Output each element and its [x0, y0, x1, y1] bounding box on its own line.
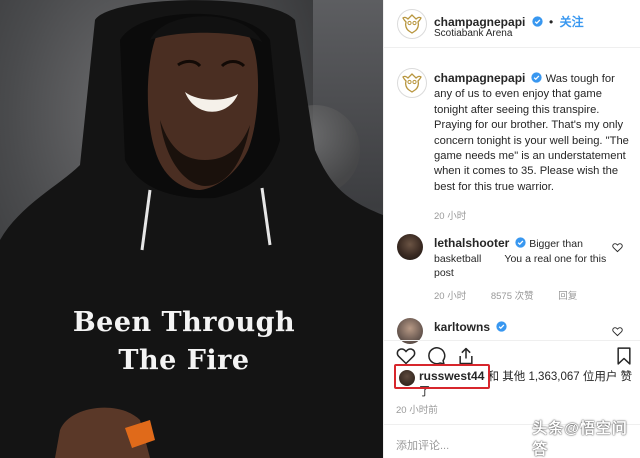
verified-badge-icon: [532, 16, 543, 27]
owl-logo-icon: [402, 73, 422, 93]
comment-time: 20 小时: [434, 291, 467, 302]
add-comment-input[interactable]: 添加评论...: [396, 437, 449, 453]
commenter-avatar[interactable]: [397, 234, 423, 260]
reply-button[interactable]: 回复: [558, 291, 577, 302]
person-in-hoodie: [0, 0, 383, 458]
post-photo[interactable]: Been Through The Fire: [0, 0, 383, 458]
heart-icon[interactable]: [396, 346, 416, 366]
commenter-username[interactable]: karltowns: [434, 320, 490, 334]
comment-likes[interactable]: 8575 次赞: [491, 291, 534, 302]
watermark-text: 头条@悟空问答: [532, 420, 628, 458]
wukong-logo-icon: [506, 428, 527, 448]
post-header: champagnepapi • 关注 Scotiabank Arena: [384, 0, 640, 48]
comment-heart-icon[interactable]: [612, 242, 623, 253]
owner-username[interactable]: champagnepapi: [434, 15, 525, 29]
hoodie-print-line2: The Fire: [118, 345, 250, 376]
bookmark-icon[interactable]: [614, 346, 634, 366]
post-timestamp: 20 小时前: [396, 405, 438, 416]
caption-text: Was tough for any of us to even enjoy th…: [434, 73, 629, 193]
likes-summary: russwest44 和 其他 1,363,067 位用户 赞了: [384, 364, 640, 398]
caption-avatar[interactable]: [397, 68, 427, 98]
share-icon[interactable]: [456, 346, 476, 366]
highlight-box: [394, 364, 490, 389]
separator-dot: •: [549, 15, 554, 29]
commenter-username[interactable]: lethalshooter: [434, 236, 509, 250]
comment-text-block: lethalshooter Bigger than basketball You…: [434, 236, 609, 281]
verified-badge-icon: [496, 321, 507, 332]
location-link[interactable]: Scotiabank Arena: [434, 28, 512, 39]
post-details-panel: champagnepapi • 关注 Scotiabank Arena cham…: [383, 0, 640, 458]
comment-meta: 20 小时 8575 次赞 回复: [434, 288, 599, 302]
owl-logo-icon: [402, 14, 422, 34]
caption-time: 20 小时: [434, 211, 467, 222]
comment-icon[interactable]: [426, 346, 446, 366]
hoodie-print: Been Through The Fire: [64, 304, 304, 380]
hoodie-print-line1: Been Through: [72, 307, 296, 338]
comment-text-block: karltowns: [434, 320, 609, 336]
owner-avatar[interactable]: [397, 9, 427, 39]
caption-username[interactable]: champagnepapi: [434, 71, 525, 85]
follow-button[interactable]: 关注: [560, 15, 584, 29]
verified-badge-icon: [515, 237, 526, 248]
caption-text-block: champagnepapi Was tough for any of us to…: [434, 71, 629, 195]
watermark: 头条@悟空问答: [506, 420, 640, 458]
comment-heart-icon[interactable]: [612, 326, 623, 337]
verified-badge-icon: [531, 72, 543, 83]
